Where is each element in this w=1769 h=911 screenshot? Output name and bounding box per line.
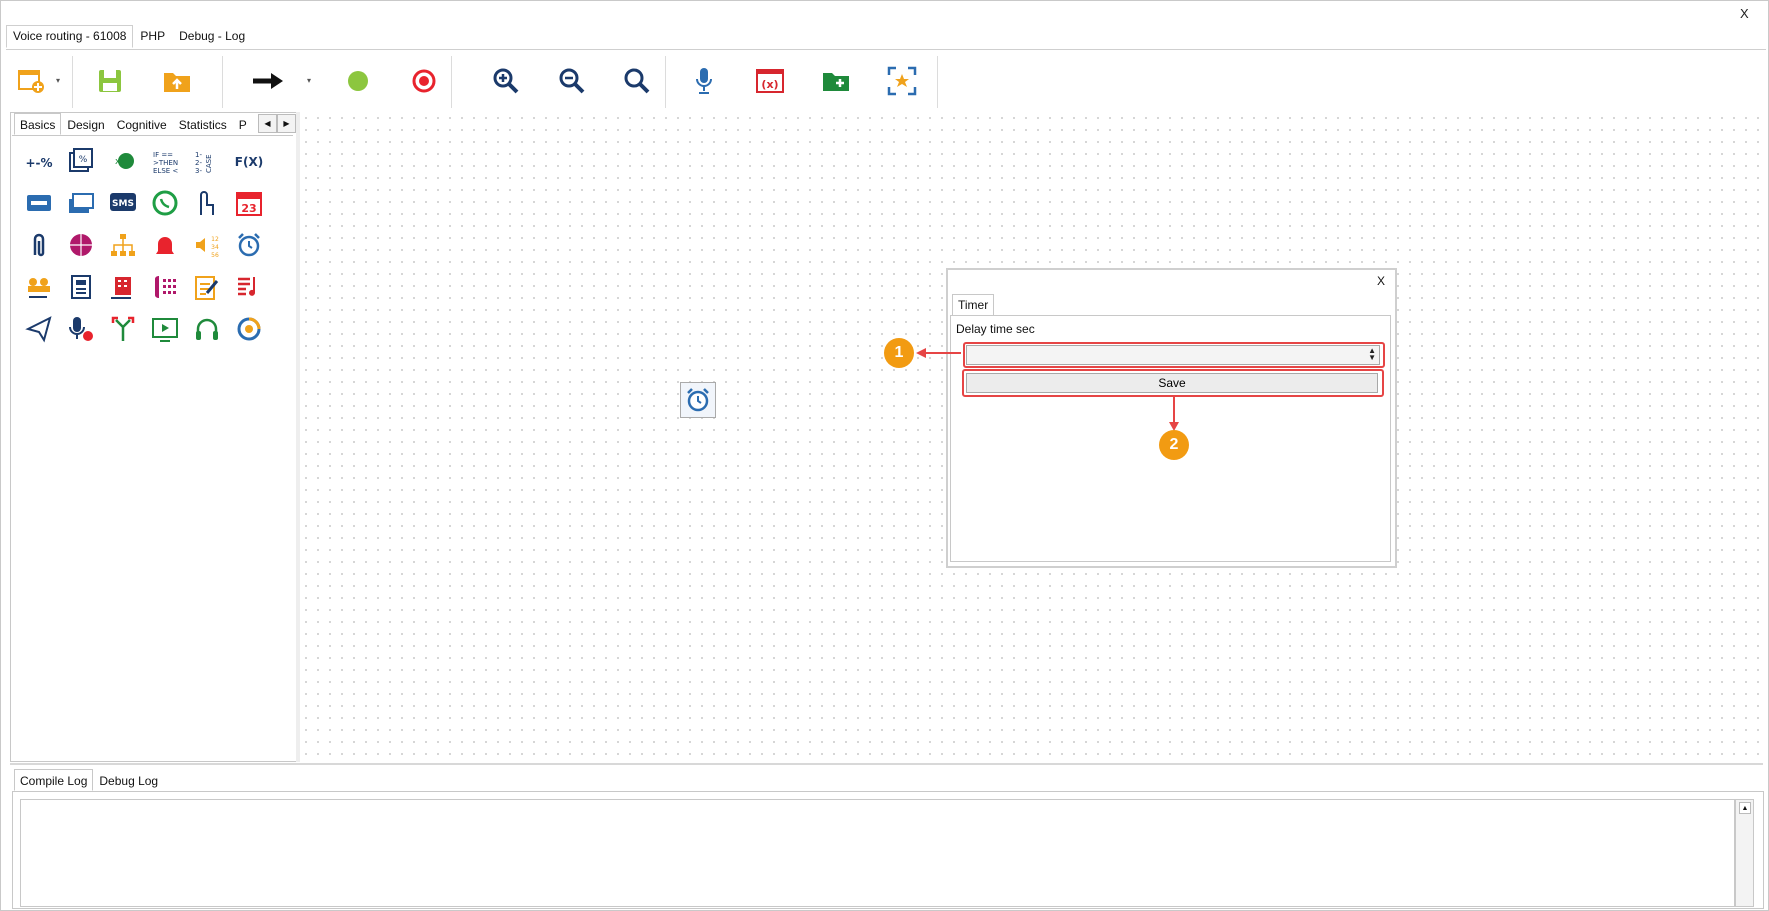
annotation-marker-2: 2 — [1159, 430, 1189, 460]
tab-compile-log[interactable]: Compile Log — [14, 769, 94, 791]
log-tabs: Compile Log Debug Log — [14, 769, 164, 791]
scroll-up-icon[interactable]: ▲ — [1739, 802, 1751, 814]
log-scrollbar[interactable]: ▲ — [1735, 799, 1754, 907]
annotation-marker-1: 1 — [884, 338, 914, 368]
annotation-arrows — [916, 348, 1179, 431]
bottom-splitter[interactable] — [10, 763, 1763, 765]
compile-log-output[interactable] — [20, 799, 1735, 907]
tab-debug-log-panel[interactable]: Debug Log — [93, 769, 164, 791]
